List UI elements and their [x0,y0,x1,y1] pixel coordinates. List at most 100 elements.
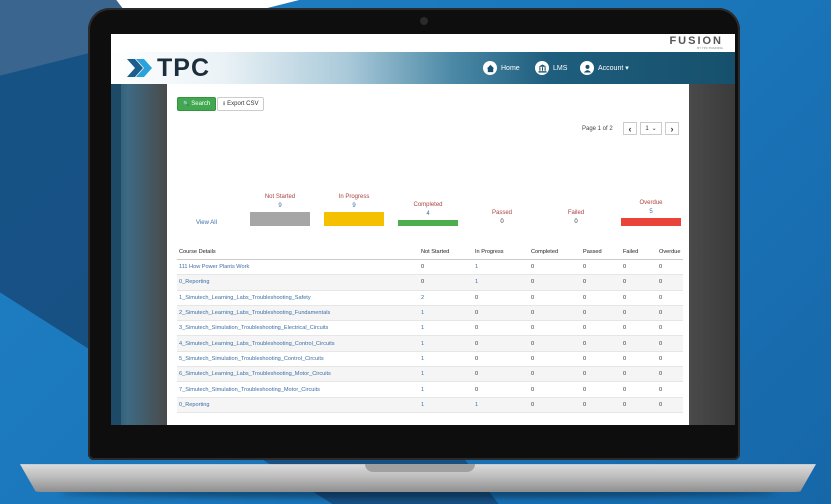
search-icon: 🔍 [183,101,190,107]
nav-home[interactable]: Home [483,60,520,76]
table-cell: 0 [621,290,657,306]
table-cell: 0 [581,351,621,368]
table-cell: 0 [581,335,621,352]
table-cell[interactable]: 1 [419,320,473,337]
table-cell: 0 [621,320,657,337]
table-cell: 0 [657,259,683,276]
course-name-link[interactable]: 7_Simutech_Simulation_Troubleshooting_Mo… [177,381,419,398]
column-header[interactable]: Passed [581,244,621,260]
table-cell: 0 [621,366,657,383]
table-row: 6_Simutech_Learning_Labs_Troubleshooting… [177,366,683,383]
course-name-link[interactable]: 6_Simutech_Learning_Labs_Troubleshooting… [177,366,419,383]
summary-not-started-bar[interactable] [250,212,310,226]
table-cell[interactable]: 1 [473,397,529,413]
table-cell[interactable]: 1 [473,259,529,276]
table-cell[interactable]: 1 [473,274,529,291]
left-sidebar-edge [111,84,121,425]
course-name-link[interactable]: 3_Simutech_Simulation_Troubleshooting_El… [177,320,419,337]
table-cell: 0 [621,274,657,291]
prev-page-button[interactable]: ‹ [623,122,637,135]
table-cell: 0 [621,305,657,322]
page-select-value: 1 [645,125,649,132]
table-header-row: Course Details Not Started In Progress C… [177,244,683,260]
table-cell: 0 [529,320,581,337]
table-row: 5_Simutech_Simulation_Troubleshooting_Co… [177,351,683,368]
column-header[interactable]: Course Details [177,244,419,260]
export-csv-button[interactable]: ⭳ Export CSV [217,97,265,111]
table-cell[interactable]: 1 [419,366,473,383]
course-name-link[interactable]: 0_Reporting [177,274,419,291]
tpc-logo[interactable]: TPC [127,54,210,82]
course-name-link[interactable]: 5_Simutech_Simulation_Troubleshooting_Co… [177,351,419,368]
table-cell[interactable]: 1 [419,381,473,398]
table-cell: 0 [581,366,621,383]
table-cell: 0 [657,397,683,413]
nav-home-label: Home [501,64,520,72]
column-header[interactable]: Overdue [657,244,683,260]
table-row: 0_Reporting 0 1 0 0 0 0 [177,274,683,291]
table-cell[interactable]: 1 [419,335,473,352]
table-row: 0_Reporting 1 1 0 0 0 0 [177,397,683,413]
view-all-link[interactable]: View All [196,220,217,226]
column-header[interactable]: Not Started [419,244,473,260]
search-button-label: Search [191,101,211,107]
column-header[interactable]: In Progress [473,244,529,260]
summary-failed-label: Failed [567,210,585,216]
table-cell: 0 [581,381,621,398]
search-button[interactable]: 🔍 Search [177,97,217,111]
table-cell: 0 [529,335,581,352]
table-cell[interactable]: 1 [419,397,473,413]
table-cell: 0 [529,259,581,276]
table-cell: 0 [529,305,581,322]
table-row: 7_Simutech_Simulation_Troubleshooting_Mo… [177,381,683,398]
export-button-label: Export CSV [227,101,259,107]
summary-overdue-value[interactable]: 5 [621,209,681,215]
top-navbar: TPC Home LMS Account ▾ [111,52,735,84]
summary-in-progress-label: In Progress [338,194,370,200]
course-name-link[interactable]: 111 How Power Plants Work [177,259,419,276]
table-cell: 0 [657,274,683,291]
chevron-down-icon: ▾ [625,65,629,72]
chevron-left-icon: ‹ [628,123,632,134]
summary-not-started-value[interactable]: 9 [250,203,310,209]
table-row: 2_Simutech_Learning_Labs_Troubleshooting… [177,305,683,322]
table-cell[interactable]: 2 [419,290,473,306]
nav-lms[interactable]: LMS [535,60,567,76]
table-cell: 0 [529,366,581,383]
summary-in-progress-bar[interactable] [324,212,384,226]
table-cell[interactable]: 1 [419,351,473,368]
summary-completed-value[interactable]: 4 [398,211,458,217]
table-cell: 0 [581,259,621,276]
course-name-link[interactable]: 0_Reporting [177,397,419,413]
table-cell: 0 [473,381,529,398]
next-page-button[interactable]: › [665,122,679,135]
table-cell: 0 [657,320,683,337]
table-cell: 0 [657,366,683,383]
table-row: 1_Simutech_Learning_Labs_Troubleshooting… [177,290,683,306]
nav-account[interactable]: Account ▾ [580,60,629,76]
chevron-down-icon: ⌄ [651,126,657,132]
webcam [420,17,428,25]
table-cell: 0 [581,320,621,337]
table-cell: 0 [529,290,581,306]
table-cell: 0 [473,335,529,352]
column-header[interactable]: Failed [621,244,657,260]
table-row: 4_Simutech_Learning_Labs_Troubleshooting… [177,335,683,352]
partner-bar: FUSION BY TPC TRAINING [111,34,735,52]
course-table: Course Details Not Started In Progress C… [177,244,683,413]
table-cell: 0 [473,320,529,337]
table-cell: 0 [581,397,621,413]
table-cell[interactable]: 1 [419,305,473,322]
page-select[interactable]: 1 ⌄ [640,122,662,135]
right-sidebar [689,84,735,425]
summary-overdue-bar[interactable] [621,218,681,226]
download-icon: ⭳ [223,101,226,107]
course-name-link[interactable]: 1_Simutech_Learning_Labs_Troubleshooting… [177,290,419,306]
column-header[interactable]: Completed [529,244,581,260]
summary-completed-bar[interactable] [398,220,458,226]
course-name-link[interactable]: 2_Simutech_Learning_Labs_Troubleshooting… [177,305,419,322]
summary-in-progress-value[interactable]: 9 [324,203,384,209]
table-cell: 0 [473,351,529,368]
summary-passed-value: 0 [500,219,504,225]
course-name-link[interactable]: 4_Simutech_Learning_Labs_Troubleshooting… [177,335,419,352]
